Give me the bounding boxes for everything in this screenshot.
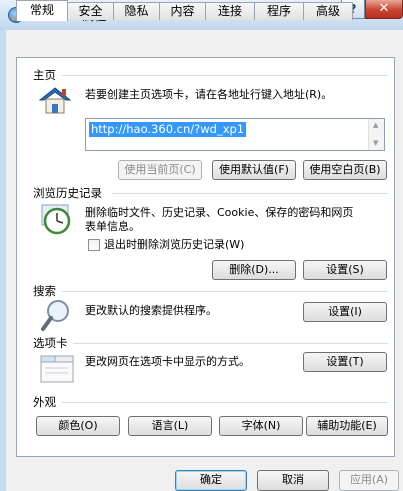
tabs-divider [73, 343, 388, 344]
appearance-section-title: 外观 [33, 395, 56, 409]
scroll-down-icon[interactable]: ▼ [373, 139, 378, 147]
homepage-url-input[interactable]: http://hao.360.cn/?wd_xp1 ▲ ▼ [85, 118, 385, 151]
history-description-line1: 删除临时文件、历史记录、Cookie、保存的密码和网页 [85, 206, 354, 219]
tabs-settings-button[interactable]: 设置(T) [303, 352, 387, 372]
tabs-section-title: 选项卡 [33, 336, 68, 350]
history-clock-icon [40, 203, 74, 235]
delete-history-button[interactable]: 删除(D)... [212, 260, 296, 280]
tab-advanced[interactable]: 高级 [303, 2, 353, 20]
homepage-description: 若要创建主页选项卡，请在各地址行键入地址(R)。 [85, 88, 333, 101]
search-section-title: 搜索 [33, 284, 56, 298]
tabs-page-icon [40, 352, 74, 384]
tabs-description: 更改网页在选项卡中显示的方式。 [85, 355, 250, 368]
delete-on-exit-checkbox[interactable] [88, 239, 100, 251]
colors-button[interactable]: 颜色(O) [36, 416, 120, 436]
tab-security[interactable]: 安全 [67, 2, 114, 20]
close-button[interactable]: ✕ [365, 0, 403, 19]
delete-on-exit-label[interactable]: 退出时删除浏览历史记录(W) [104, 238, 244, 252]
apply-button[interactable]: 应用(A) [339, 470, 399, 491]
fonts-button[interactable]: 字体(N) [219, 416, 303, 436]
search-description: 更改默认的搜索提供程序。 [85, 304, 217, 317]
accessibility-button[interactable]: 辅助功能(E) [306, 416, 388, 436]
history-settings-button[interactable]: 设置(S) [303, 260, 387, 280]
tab-content[interactable]: 内容 [159, 2, 206, 20]
languages-button[interactable]: 语言(L) [128, 416, 212, 436]
use-blank-button[interactable]: 使用空白页(B) [303, 160, 387, 180]
scroll-up-icon[interactable]: ▲ [373, 121, 378, 129]
use-current-button[interactable]: 使用当前页(C) [118, 160, 202, 180]
tab-programs[interactable]: 程序 [254, 2, 304, 20]
search-divider [62, 291, 388, 292]
cancel-button[interactable]: 取消 [257, 470, 329, 491]
tab-privacy[interactable]: 隐私 [113, 2, 160, 20]
magnifier-icon [40, 298, 72, 332]
ok-button[interactable]: 确定 [175, 470, 247, 491]
tab-general[interactable]: 常规 [16, 0, 68, 21]
use-default-button[interactable]: 使用默认值(F) [212, 160, 296, 180]
history-divider [112, 193, 388, 194]
house-icon [38, 85, 72, 115]
homepage-divider [62, 75, 388, 76]
general-tab-panel [16, 57, 395, 457]
homepage-url-text: http://hao.360.cn/?wd_xp1 [89, 122, 247, 137]
history-description-line2: 表单信息。 [85, 220, 140, 233]
history-section-title: 浏览历史记录 [33, 186, 102, 200]
url-scrollbar[interactable]: ▲ ▼ [368, 119, 384, 150]
tab-connections[interactable]: 连接 [205, 2, 255, 20]
appearance-divider [62, 402, 388, 403]
homepage-section-title: 主页 [33, 68, 56, 82]
search-settings-button[interactable]: 设置(I) [303, 302, 387, 322]
